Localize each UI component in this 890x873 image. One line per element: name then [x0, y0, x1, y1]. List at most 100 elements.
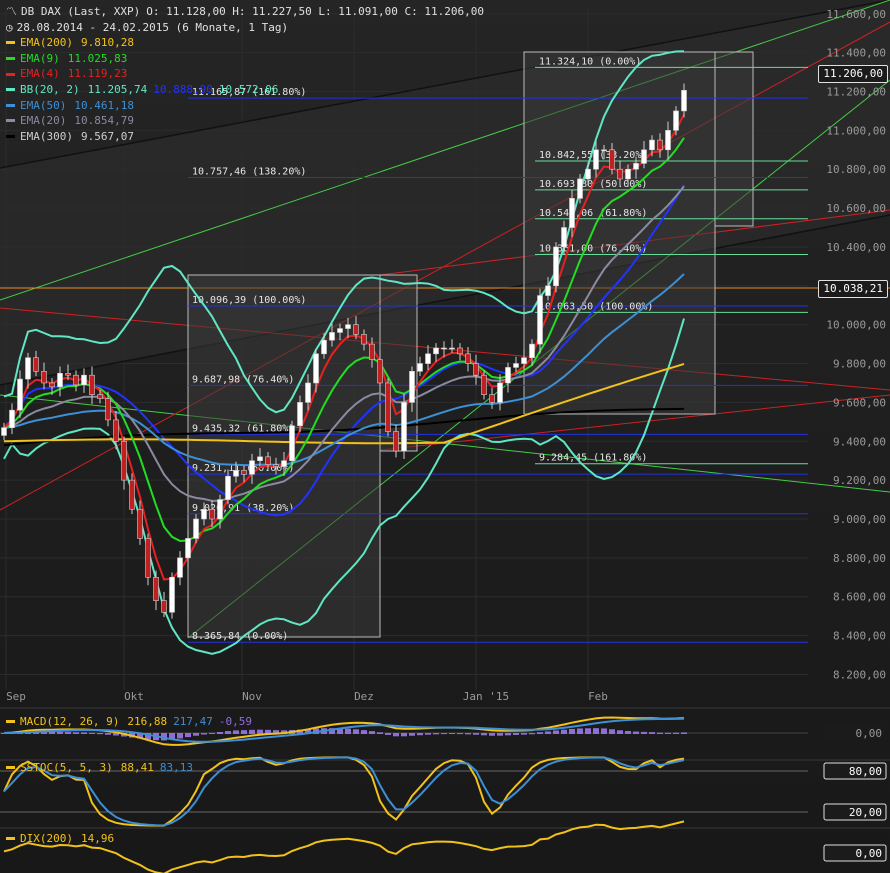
- candle-body: [657, 139, 663, 151]
- macd-histogram-bar: [209, 732, 215, 734]
- fib-box-right-small: [714, 51, 754, 227]
- sub-panel-swatch: [6, 837, 15, 840]
- macd-histogram-bar: [441, 733, 447, 735]
- month-label: Feb: [588, 690, 608, 703]
- candle-body: [225, 475, 231, 500]
- candle-body: [9, 409, 15, 428]
- candle-body: [537, 295, 543, 345]
- legend-value: 9.567,07: [80, 129, 134, 143]
- candle-body: [177, 557, 183, 578]
- candle-body: [529, 343, 535, 359]
- candle-body: [593, 149, 599, 170]
- macd-histogram-bar: [193, 733, 199, 736]
- macd-histogram-bar: [617, 730, 623, 734]
- sub-tick-label: 0,00: [856, 847, 883, 860]
- price-tick-label: 10.600,00: [826, 202, 886, 215]
- candle-body: [41, 371, 47, 384]
- chart-title: DB DAX (Last, XXP): [21, 5, 141, 18]
- candle-body: [129, 479, 135, 510]
- macd-histogram-bar: [489, 733, 495, 736]
- sub-tick-label: 0,00: [856, 727, 883, 740]
- month-label: Okt: [124, 690, 144, 703]
- sub-panel-swatch: [6, 720, 15, 723]
- macd-histogram-bar: [673, 732, 679, 734]
- sub-panel-swatch: [6, 766, 15, 769]
- macd-histogram-bar: [681, 732, 687, 734]
- candle-body: [641, 149, 647, 164]
- candle-body: [209, 508, 215, 520]
- macd-histogram-bar: [369, 731, 375, 734]
- macd-histogram-bar: [345, 728, 351, 734]
- candle-body: [321, 339, 327, 355]
- current-price-label: 11.206,00: [818, 65, 888, 83]
- sub-panel-label: DIX(200) 14,96: [6, 832, 114, 845]
- candle-body: [489, 394, 495, 403]
- macd-histogram-bar: [105, 733, 111, 735]
- macd-histogram-bar: [217, 731, 223, 734]
- candle-body: [289, 425, 295, 462]
- sub-panel-value: 14,96: [80, 832, 115, 845]
- macd-histogram-bar: [89, 732, 95, 734]
- price-tick-label: 10.400,00: [826, 241, 886, 254]
- clock-icon: ◷: [6, 20, 13, 34]
- candle-body: [161, 600, 167, 613]
- candle-body: [377, 359, 383, 384]
- macd-histogram-bar: [481, 733, 487, 736]
- macd-histogram-bar: [641, 731, 647, 734]
- legend-item: EMA(200) 9.810,28: [6, 35, 484, 51]
- legend-value: 11.205,74: [87, 82, 148, 96]
- month-label: Dez: [354, 690, 374, 703]
- price-tick-label: 11.000,00: [826, 124, 886, 137]
- price-tick-label: 9.400,00: [833, 435, 886, 448]
- macd-histogram-bar: [521, 733, 527, 735]
- candle-body: [361, 334, 367, 345]
- legend-value: 11.025,83: [67, 51, 128, 65]
- candle-body: [185, 538, 191, 559]
- legend-swatch: [6, 72, 15, 76]
- candle-body: [25, 357, 31, 380]
- fib-label-right: 10.545,06 (61.80%): [539, 208, 647, 219]
- macd-histogram-bar: [241, 730, 247, 734]
- candle-body: [481, 374, 487, 395]
- candle-body: [137, 508, 143, 539]
- sub-panel-value-3: -0,59: [218, 715, 252, 728]
- macd-histogram-bar: [201, 733, 207, 735]
- candle-body: [521, 357, 527, 364]
- title-row: 〽 DB DAX (Last, XXP) O: 11.128,00 H: 11.22…: [6, 4, 484, 20]
- legend-value: 10.854,79: [74, 114, 134, 128]
- legend-value-2: 10.888,90: [153, 82, 213, 96]
- fib-label-right: 11.324,10 (0.00%): [539, 56, 641, 67]
- legend-item: EMA(20) 10.854,79: [6, 113, 484, 129]
- price-tick-label: 9.200,00: [833, 474, 886, 487]
- candle-body: [105, 398, 111, 421]
- candle-body: [353, 324, 359, 335]
- candle-body: [297, 402, 303, 427]
- macd-histogram-bar: [601, 728, 607, 734]
- macd-histogram-bar: [409, 733, 415, 736]
- macd-histogram-bar: [353, 729, 359, 734]
- candle-body: [633, 163, 639, 170]
- legend-swatch: [6, 103, 15, 107]
- macd-histogram-bar: [553, 730, 559, 734]
- macd-histogram-bar: [585, 728, 591, 734]
- sub-panel-value: 216,88: [127, 715, 168, 728]
- candle-body: [257, 456, 263, 462]
- range-row: ◷ 28.08.2014 - 24.02.2015 (6 Monate, 1 Ta…: [6, 20, 484, 36]
- legend-value: 10.461,18: [74, 98, 134, 112]
- legend-item: EMA(4) 11.119,23: [6, 66, 484, 82]
- macd-histogram-bar: [185, 733, 191, 738]
- candle-body: [273, 464, 279, 467]
- sub-panel-name: SSTOC(5, 5, 3): [20, 761, 113, 774]
- candle-body: [153, 576, 159, 601]
- candle-body: [81, 374, 87, 386]
- legend-label: BB(20, 2): [20, 82, 80, 96]
- chart-header: 〽 DB DAX (Last, XXP) O: 11.128,00 H: 11.22…: [6, 4, 484, 144]
- candle-body: [369, 343, 375, 360]
- macd-histogram-bar: [657, 732, 663, 734]
- macd-histogram-bar: [65, 731, 71, 734]
- candle-body: [337, 328, 343, 333]
- macd-histogram-bar: [433, 733, 439, 735]
- date-range: 28.08.2014 - 24.02.2015 (6 Monate, 1 Tag…: [16, 20, 289, 34]
- price-tick-label: 11.600,00: [826, 8, 886, 21]
- macd-histogram-bar: [665, 732, 671, 734]
